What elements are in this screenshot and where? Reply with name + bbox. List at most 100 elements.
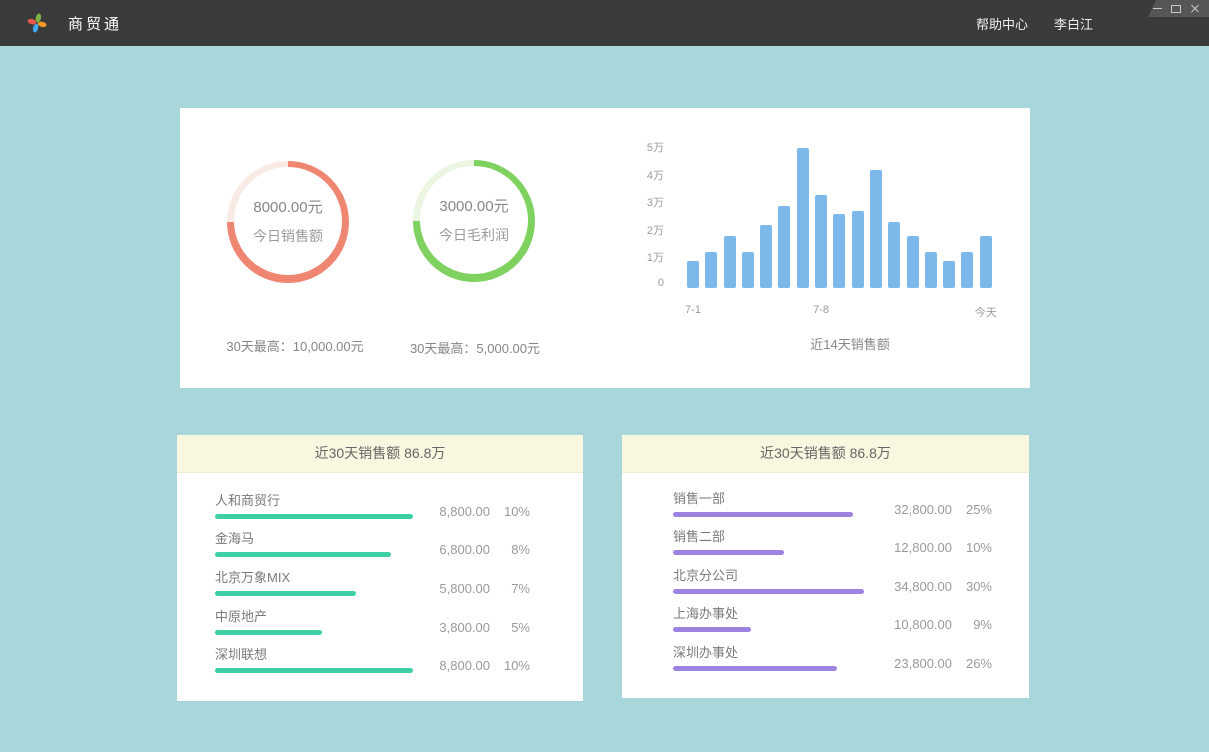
trend-bar [687, 261, 699, 288]
trend-bar [705, 252, 717, 288]
window-controls [1148, 0, 1209, 17]
rank-row-label: 金海马 [215, 528, 413, 547]
minimize-icon [1153, 8, 1162, 9]
rank-row-amount: 3,800.00 [414, 620, 490, 635]
rank-row: 销售一部32,800.0025% [673, 478, 992, 517]
rank-row: 中原地产3,800.005% [215, 596, 530, 635]
rank-row-bar [215, 668, 413, 673]
customer-ranking-card: 近30天销售额 86.8万 人和商贸行8,800.0010%金海马6,800.0… [177, 435, 583, 701]
rank-row-amount: 5,800.00 [414, 581, 490, 596]
rank-row: 上海办事处10,800.009% [673, 594, 992, 633]
maximize-icon [1171, 5, 1181, 13]
department-ranking-title: 近30天销售额 86.8万 [622, 435, 1029, 473]
trend-bar [815, 195, 827, 288]
app-logo-pinwheel-icon [27, 13, 47, 33]
trend-bar [852, 211, 864, 288]
y-tick-label: 4万 [647, 167, 664, 183]
app-title: 商贸通 [68, 13, 122, 34]
y-tick-label: 0 [658, 277, 664, 289]
x-tick-label: 今天 [975, 304, 997, 320]
rank-row-label: 北京分公司 [673, 565, 864, 584]
rank-row-percent: 5% [490, 620, 530, 635]
trend-bar-chart: 5万4万3万2万1万0 7-17-8今天 近14天销售额 [638, 136, 1018, 366]
customer-ranking-title: 近30天销售额 86.8万 [177, 435, 583, 473]
rank-row-bar [215, 514, 413, 519]
trend-bars [687, 143, 992, 288]
rank-row: 深圳办事处23,800.0026% [673, 632, 992, 671]
user-name-link[interactable]: 李白江 [1054, 14, 1093, 33]
today-sales-value: 8000.00元 [253, 196, 322, 217]
rank-row-label: 人和商贸行 [215, 490, 413, 509]
trend-bar [980, 236, 992, 288]
rank-row-amount: 34,800.00 [864, 579, 952, 594]
rank-row-label: 中原地产 [215, 606, 413, 625]
rank-row-bar [215, 552, 391, 557]
trend-y-axis: 5万 4万 3万 2万 1万 0 [638, 139, 664, 289]
rank-row-bar [215, 630, 322, 635]
rank-row: 深圳联想8,800.0010% [215, 635, 530, 674]
department-ranking-card: 近30天销售额 86.8万 销售一部32,800.0025%销售二部12,800… [622, 435, 1029, 698]
rank-row-label: 销售二部 [673, 526, 864, 545]
rank-row: 北京万象MIX5,800.007% [215, 557, 530, 596]
today-sales-donut: 8000.00元 今日销售额 [227, 161, 349, 283]
rank-row-percent: 10% [490, 504, 530, 519]
today-sales-donut-center: 8000.00元 今日销售额 [234, 167, 342, 275]
rank-row-amount: 6,800.00 [414, 542, 490, 557]
rank-row: 北京分公司34,800.0030% [673, 555, 992, 594]
close-button[interactable] [1190, 4, 1200, 14]
rank-row-percent: 9% [952, 617, 992, 632]
maximize-button[interactable] [1171, 4, 1181, 14]
help-center-link[interactable]: 帮助中心 [976, 14, 1028, 33]
trend-bar [961, 252, 973, 288]
rank-row-label: 深圳办事处 [673, 642, 864, 661]
rank-row: 人和商贸行8,800.0010% [215, 480, 530, 519]
rank-row-percent: 26% [952, 656, 992, 671]
rank-row-label: 上海办事处 [673, 603, 864, 622]
rank-row-bar [673, 666, 837, 671]
rank-row-amount: 10,800.00 [864, 617, 952, 632]
rank-row-percent: 7% [490, 581, 530, 596]
rank-row-amount: 8,800.00 [414, 504, 490, 519]
rank-row-bar [673, 550, 784, 555]
trend-bar [742, 252, 754, 288]
department-ranking-list: 销售一部32,800.0025%销售二部12,800.0010%北京分公司34,… [622, 473, 1029, 671]
trend-bar [833, 214, 845, 288]
y-tick-label: 5万 [647, 139, 664, 155]
rank-row: 金海马6,800.008% [215, 519, 530, 558]
today-profit-donut: 3000.00元 今日毛利润 [413, 160, 535, 282]
today-profit-donut-center: 3000.00元 今日毛利润 [420, 166, 528, 274]
today-profit-label: 今日毛利润 [439, 225, 509, 245]
rank-row-label: 销售一部 [673, 488, 864, 507]
rank-row-percent: 10% [952, 540, 992, 555]
y-tick-label: 3万 [647, 194, 664, 210]
today-profit-value: 3000.00元 [439, 195, 508, 216]
trend-bar [943, 261, 955, 288]
rank-row-bar [673, 627, 751, 632]
trend-bar [797, 148, 809, 288]
x-tick-label: 7-8 [813, 304, 829, 316]
y-tick-label: 2万 [647, 222, 664, 238]
trend-bar [925, 252, 937, 288]
titlebar-menu: 帮助中心 李白江 [976, 14, 1093, 33]
today-profit-max-note: 30天最高：5,000.00元 [360, 338, 590, 357]
trend-bar [760, 225, 772, 288]
titlebar: 商贸通 帮助中心 李白江 [0, 0, 1209, 46]
rank-row-percent: 25% [952, 502, 992, 517]
rank-row: 销售二部12,800.0010% [673, 517, 992, 556]
rank-row-bar [673, 589, 864, 594]
trend-bar [888, 222, 900, 288]
rank-row-amount: 8,800.00 [414, 658, 490, 673]
minimize-button[interactable] [1152, 4, 1162, 14]
y-tick-label: 1万 [647, 249, 664, 265]
close-icon [1191, 5, 1199, 13]
rank-row-percent: 8% [490, 542, 530, 557]
rank-row-amount: 12,800.00 [864, 540, 952, 555]
rank-row-amount: 32,800.00 [864, 502, 952, 517]
rank-row-percent: 30% [952, 579, 992, 594]
customer-ranking-list: 人和商贸行8,800.0010%金海马6,800.008%北京万象MIX5,80… [177, 473, 583, 673]
trend-bar [870, 170, 882, 288]
today-sales-label: 今日销售额 [253, 226, 323, 246]
trend-bar [778, 206, 790, 288]
trend-bar [907, 236, 919, 288]
rank-row-label: 深圳联想 [215, 644, 413, 663]
